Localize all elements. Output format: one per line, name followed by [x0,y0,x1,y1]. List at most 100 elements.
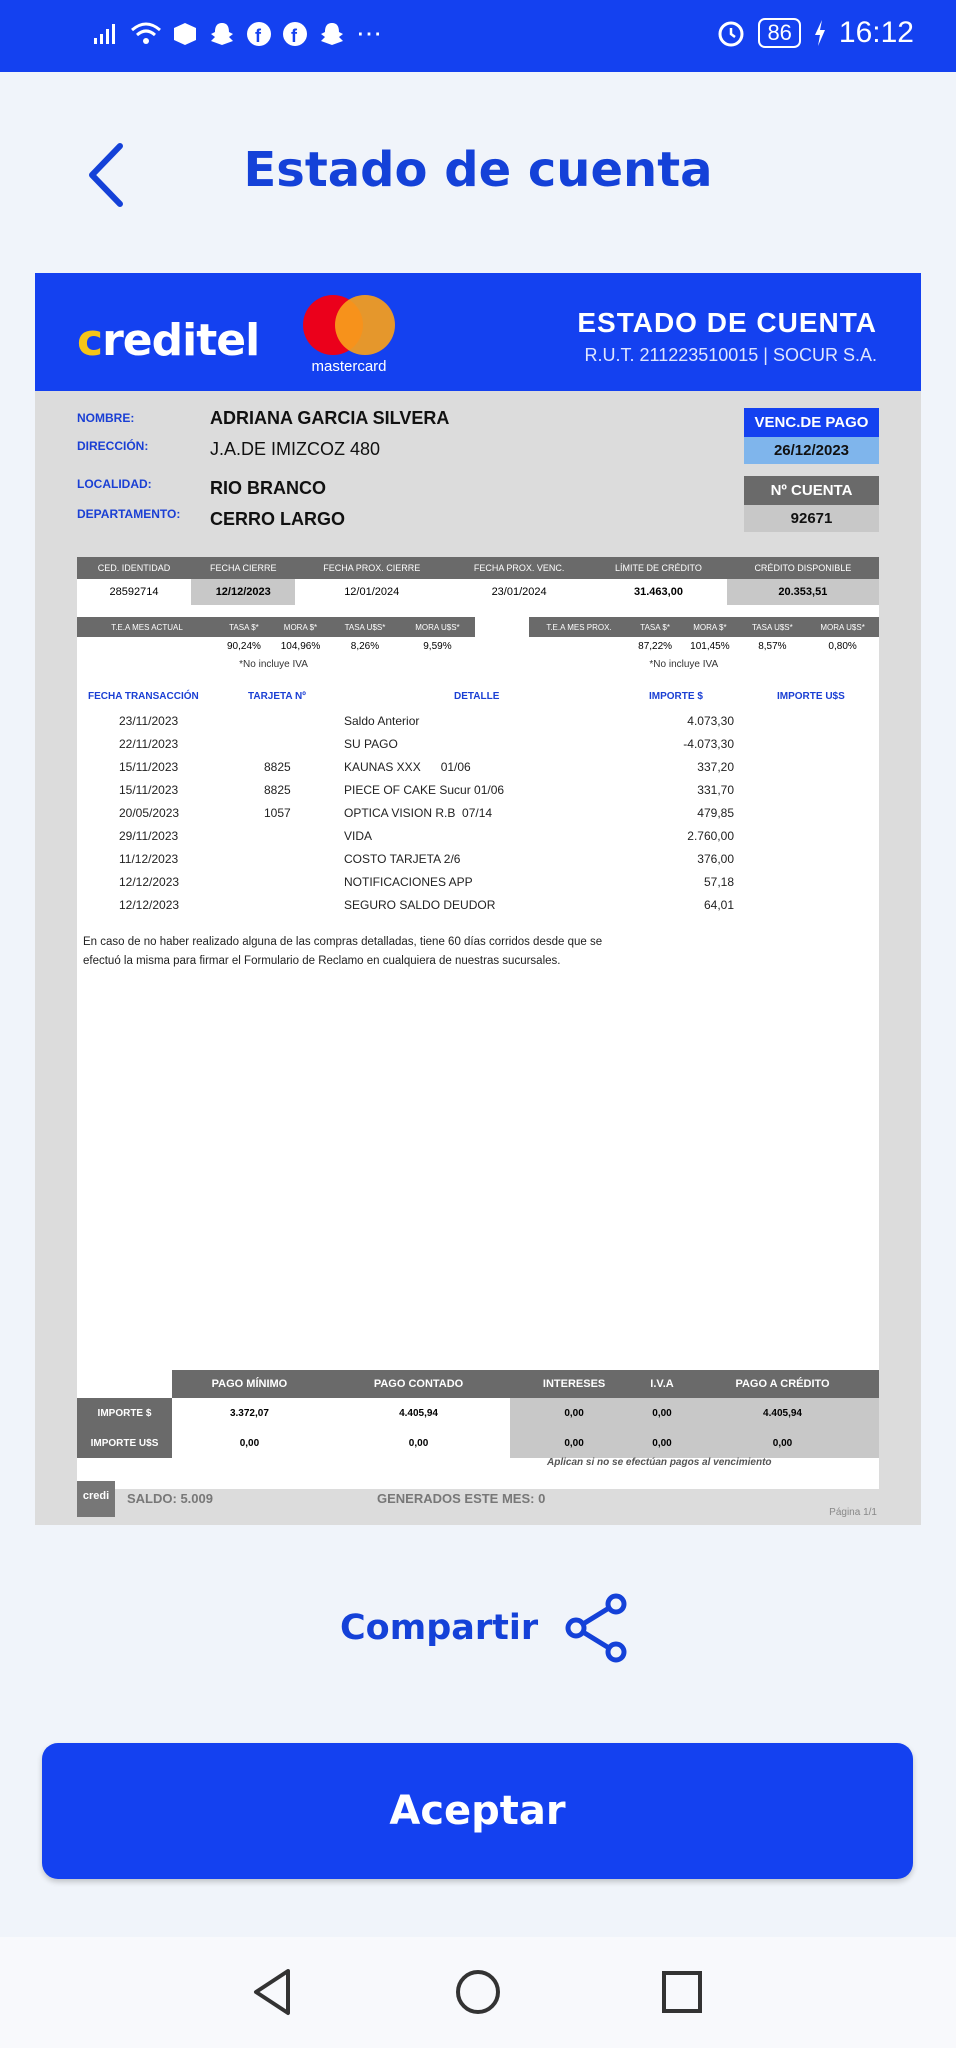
info-value: 12/01/2024 [344,586,400,598]
tea-value: 90,24% [226,640,261,652]
tea-header: MORA $* [270,617,331,637]
info-value: 23/01/2024 [491,586,547,598]
facebook-icon: f [283,21,307,46]
snapchat-icon [321,22,343,45]
tx-tarjeta: 8825 [264,783,291,797]
share-icon [565,1593,627,1663]
tx-fecha: 12/12/2023 [119,898,180,912]
share-button[interactable]: Compartir [340,1592,630,1664]
transaction-row: 22/11/2023 SU PAGO -4.073,30 [77,733,879,756]
tx-fecha: 15/11/2023 [119,760,179,774]
tx-header-fecha: FECHA TRANSACCIÓN [88,691,199,702]
clock: 16:12 [838,16,914,49]
tx-importe: 376,00 [697,852,734,866]
summary-value: 3.372,07 [229,1407,269,1419]
summary-value: 4.405,94 [686,1398,879,1428]
tx-importe: 479,85 [697,806,734,820]
tea-header: TASA U$S* [330,617,400,637]
iva-note: *No incluye IVA [649,658,719,670]
value-nombre: ADRIANA GARCIA SILVERA [210,408,450,428]
venc-value: 26/12/2023 [744,437,879,464]
summary-header: INTERESES [510,1370,638,1398]
mastercard-label: mastercard [311,358,387,375]
page-number: Página 1/1 [829,1507,877,1518]
statement-title: ESTADO DE CUENTA [577,307,877,338]
system-nav-bar [0,1937,956,2048]
tx-fecha: 23/11/2023 [119,714,179,728]
summary-row-label: IMPORTE U$S [77,1428,172,1458]
tea-value: 8,57% [758,640,787,652]
info-header: FECHA CIERRE [190,557,296,579]
label-departamento: DEPARTAMENTO: [77,507,181,521]
disclaimer-text: En caso de no haber realizado alguna de … [83,936,603,967]
summary-row-label: IMPORTE $ [77,1398,172,1428]
tx-fecha: 11/12/2023 [119,852,179,866]
info-table: CED. IDENTIDAD FECHA CIERRE FECHA PROX. … [77,557,879,605]
statement-header: creditel mastercard ESTADO DE CUENTA R.U… [35,273,921,391]
tx-importe: 64,01 [703,898,734,912]
tx-tarjeta: 8825 [264,760,291,774]
info-value: 28592714 [109,586,159,598]
summary-header: PAGO MÍNIMO [172,1370,327,1398]
tea-header: T.E.A MES PROX. [529,617,629,637]
mastercard-logo: mastercard [297,293,401,375]
tea-value: 87,22% [638,640,673,652]
tx-fecha: 29/11/2023 [119,829,179,843]
info-header: LÍMITE DE CRÉDITO [590,557,727,579]
value-direccion: J.A.DE IMIZCOZ 480 [210,439,381,459]
summary-corner [77,1370,172,1398]
tx-detalle: NOTIFICACIONES APP [344,875,473,889]
summary-value: 0,00 [510,1428,638,1458]
summary-header: I.V.A [637,1370,687,1398]
transaction-row: 15/11/2023 8825 KAUNAS XXX 01/06 337,20 [77,756,879,779]
facebook-icon: f [247,21,271,46]
tx-tarjeta: 1057 [264,806,291,820]
tea-header: T.E.A MES ACTUAL [77,617,217,637]
nav-back-icon[interactable] [250,1967,294,2017]
tx-header-tarjeta: TARJETA Nº [248,691,306,702]
tea-header: MORA U$S* [399,617,475,637]
tx-detalle: SEGURO SALDO DEUDOR [344,898,496,912]
tea-header: TASA $* [629,617,682,637]
info-header: CED. IDENTIDAD [77,557,191,579]
creditel-logo: creditel [77,315,260,366]
iva-note: *No incluye IVA [239,658,308,670]
summary-header: PAGO A CRÉDITO [686,1370,879,1398]
svg-text:f: f [291,26,298,46]
transaction-row: 11/12/2023 COSTO TARJETA 2/6 376,00 [77,848,879,871]
tx-fecha: 12/12/2023 [119,875,180,889]
cuenta-value: 92671 [744,505,879,532]
tea-value [77,637,217,655]
info-value: 20.353,51 [726,579,879,605]
rut-line: R.U.T. 211223510015 | SOCUR S.A. [584,345,878,365]
summary-value: 0,00 [637,1428,687,1458]
info-header: FECHA PROX. CIERRE [295,557,448,579]
tea-header: TASA $* [217,617,271,637]
tx-header-importe-us: IMPORTE U$S [777,691,845,702]
saldo-text: SALDO: 5.009 [127,1491,213,1506]
tx-importe: 4.073,30 [687,714,734,728]
wifi-icon [131,22,161,44]
tx-fecha: 20/05/2023 [119,806,180,820]
tx-detalle: KAUNAS XXX 01/06 [344,760,471,774]
status-bar: f f ⋯ 86 16:12 [0,0,956,72]
statement-footer: credi SALDO: 5.009 GENERADOS ESTE MES: 0… [35,1473,921,1525]
box-icon [174,22,196,45]
generados-text: GENERADOS ESTE MES: 0 [377,1491,546,1506]
summary-value: 0,00 [686,1428,879,1458]
tx-fecha: 22/11/2023 [119,737,179,751]
page-title: Estado de cuenta [243,142,713,198]
status-right: 86 16:12 [716,16,914,50]
nav-recents-icon[interactable] [660,1967,704,2017]
statement-document: creditel mastercard ESTADO DE CUENTA R.U… [35,273,921,1525]
tx-detalle: PIECE OF CAKE Sucur 01/06 [344,783,505,797]
tea-header: MORA $* [681,617,739,637]
accept-button[interactable]: Aceptar [42,1743,913,1879]
tx-header-importe: IMPORTE $ [649,691,703,702]
nav-home-icon[interactable] [454,1967,502,2017]
summary-value: 4.405,94 [399,1407,438,1419]
info-value: 31.463,00 [634,586,683,598]
alarm-icon [718,21,744,47]
summary-note: Aplican si no se efectúan pagos al venci… [547,1457,772,1468]
transaction-row: 20/05/2023 1057 OPTICA VISION R.B 07/14 … [77,802,879,825]
